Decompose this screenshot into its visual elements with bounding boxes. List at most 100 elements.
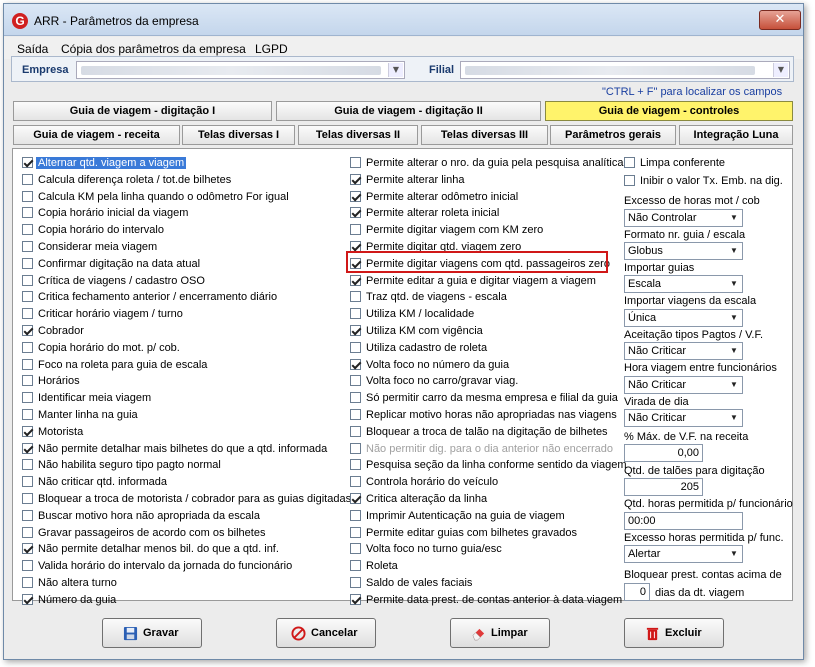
formato-guia-label: Formato nr. guia / escala — [624, 229, 746, 241]
checkbox-box[interactable] — [350, 593, 361, 605]
checkbox-box[interactable] — [22, 291, 33, 303]
checkbox-box[interactable] — [350, 409, 361, 420]
checkbox-box[interactable] — [22, 375, 33, 387]
checkbox-box[interactable] — [350, 425, 361, 437]
tab-digitacao-1[interactable]: Guia de viagem - digitação I — [13, 101, 272, 121]
checkbox-box[interactable] — [350, 577, 361, 588]
checkbox-box[interactable] — [22, 207, 33, 219]
importar-guias-select[interactable]: Escala ▼ — [624, 275, 743, 293]
checkbox-box[interactable] — [350, 173, 361, 185]
checkbox-box[interactable] — [22, 308, 33, 320]
checkbox-box[interactable] — [22, 425, 33, 437]
checkbox-box[interactable] — [350, 509, 361, 521]
checkbox-box[interactable] — [22, 560, 33, 572]
checkbox-box[interactable] — [22, 476, 33, 488]
checkbox-box[interactable] — [22, 190, 33, 202]
checkbox-box[interactable] — [22, 543, 33, 555]
hora-viagem-select[interactable]: Não Criticar ▼ — [624, 376, 743, 394]
cancelar-button[interactable]: Cancelar — [276, 618, 376, 648]
checkbox-box[interactable] — [350, 308, 361, 320]
aceitacao-pagtos-select[interactable]: Não Criticar ▼ — [624, 342, 743, 360]
checkbox-box[interactable] — [22, 409, 33, 420]
pct-vf-input[interactable]: 0,00 — [624, 444, 703, 462]
taloes-input[interactable]: 205 — [624, 478, 703, 496]
checkbox-box[interactable] — [350, 543, 361, 555]
chevron-down-icon[interactable]: ▼ — [727, 547, 741, 561]
tab-telas-3[interactable]: Telas diversas III — [421, 125, 548, 145]
virada-dia-select[interactable]: Não Criticar ▼ — [624, 409, 743, 427]
checkbox-box[interactable] — [22, 241, 33, 252]
checkbox-box[interactable] — [350, 358, 361, 370]
empresa-select[interactable]: ▼ — [76, 61, 405, 79]
chevron-down-icon[interactable]: ▼ — [727, 277, 741, 291]
checkbox-box[interactable] — [350, 291, 361, 303]
checkbox-box[interactable] — [350, 207, 361, 219]
close-button[interactable]: ✕ — [759, 10, 801, 30]
tab-telas-2[interactable]: Telas diversas II — [298, 125, 418, 145]
checkbox-label: Cobrador — [38, 325, 84, 337]
checkbox-label: Traz qtd. de viagens - escala — [366, 291, 507, 304]
checkbox-box[interactable] — [350, 493, 361, 504]
limpar-button[interactable]: Limpar — [450, 618, 550, 648]
checkbox-box[interactable] — [22, 442, 33, 454]
checkbox-box[interactable] — [22, 593, 33, 605]
checkbox-box[interactable] — [350, 224, 361, 236]
checkbox-box[interactable] — [22, 493, 33, 504]
checkbox-box[interactable] — [22, 224, 33, 236]
checkbox-box[interactable] — [22, 257, 33, 269]
checkbox-box[interactable] — [22, 459, 33, 471]
menu-copia-parametros[interactable]: Cópia dos parâmetros da empresa — [61, 42, 246, 56]
checkbox-box[interactable] — [350, 392, 361, 404]
filial-select[interactable]: ▼ — [460, 61, 790, 79]
tab-telas-1[interactable]: Telas diversas I — [182, 125, 295, 145]
excesso-horas-select[interactable]: Não Controlar ▼ — [624, 209, 743, 227]
checkbox-box[interactable] — [22, 274, 33, 286]
checkbox-box[interactable] — [350, 157, 361, 168]
tab-integracao-luna[interactable]: Integração Luna — [679, 125, 793, 145]
gravar-button[interactable]: Gravar — [102, 618, 202, 648]
tab-controles[interactable]: Guia de viagem - controles — [545, 101, 793, 121]
checkbox-box[interactable] — [350, 274, 361, 286]
checkbox-box[interactable] — [350, 190, 361, 202]
chevron-down-icon[interactable]: ▼ — [727, 244, 741, 258]
checkbox-box[interactable] — [350, 560, 361, 572]
checkbox-box[interactable] — [22, 577, 33, 588]
checkbox-box[interactable] — [22, 509, 33, 521]
checkbox-box[interactable] — [22, 526, 33, 538]
excluir-button[interactable]: Excluir — [624, 618, 724, 648]
search-hint: "CTRL + F" para localizar os campos — [602, 86, 783, 98]
horas-func-label: Qtd. horas permitida p/ funcionário — [624, 498, 793, 510]
chevron-down-icon[interactable]: ▼ — [773, 63, 788, 77]
checkbox-box[interactable] — [22, 358, 33, 370]
tab-digitacao-2[interactable]: Guia de viagem - digitação II — [276, 101, 541, 121]
chevron-down-icon[interactable]: ▼ — [388, 63, 403, 77]
checkbox-box[interactable] — [22, 157, 33, 168]
tab-receita[interactable]: Guia de viagem - receita — [13, 125, 180, 145]
menu-lgpd[interactable]: LGPD — [255, 42, 288, 56]
horas-func-input[interactable]: 00:00 — [624, 512, 743, 530]
checkbox-box[interactable] — [350, 459, 361, 471]
checkbox-box[interactable] — [350, 476, 361, 488]
menu-saida[interactable]: Saída — [17, 42, 48, 56]
excesso-func-select[interactable]: Alertar ▼ — [624, 545, 743, 563]
chevron-down-icon[interactable]: ▼ — [727, 411, 741, 425]
chevron-down-icon[interactable]: ▼ — [727, 344, 741, 358]
checkbox-box[interactable] — [350, 442, 361, 454]
checkbox-box[interactable] — [624, 175, 635, 186]
checkbox-box[interactable] — [350, 375, 361, 387]
chevron-down-icon[interactable]: ▼ — [727, 311, 741, 325]
checkbox-box[interactable] — [22, 392, 33, 404]
checkbox-box[interactable] — [350, 526, 361, 538]
checkbox-box[interactable] — [624, 157, 635, 168]
chevron-down-icon[interactable]: ▼ — [727, 211, 741, 225]
importar-viagens-select[interactable]: Única ▼ — [624, 309, 743, 327]
checkbox-box[interactable] — [350, 341, 361, 353]
checkbox-box[interactable] — [22, 325, 33, 336]
formato-guia-select[interactable]: Globus ▼ — [624, 242, 743, 260]
tab-parametros-gerais[interactable]: Parâmetros gerais — [550, 125, 676, 145]
checkbox-box[interactable] — [22, 173, 33, 185]
checkbox-box[interactable] — [22, 341, 33, 353]
chevron-down-icon[interactable]: ▼ — [727, 378, 741, 392]
bloquear-prest-input[interactable]: 0 — [624, 583, 650, 601]
checkbox-box[interactable] — [350, 325, 361, 336]
